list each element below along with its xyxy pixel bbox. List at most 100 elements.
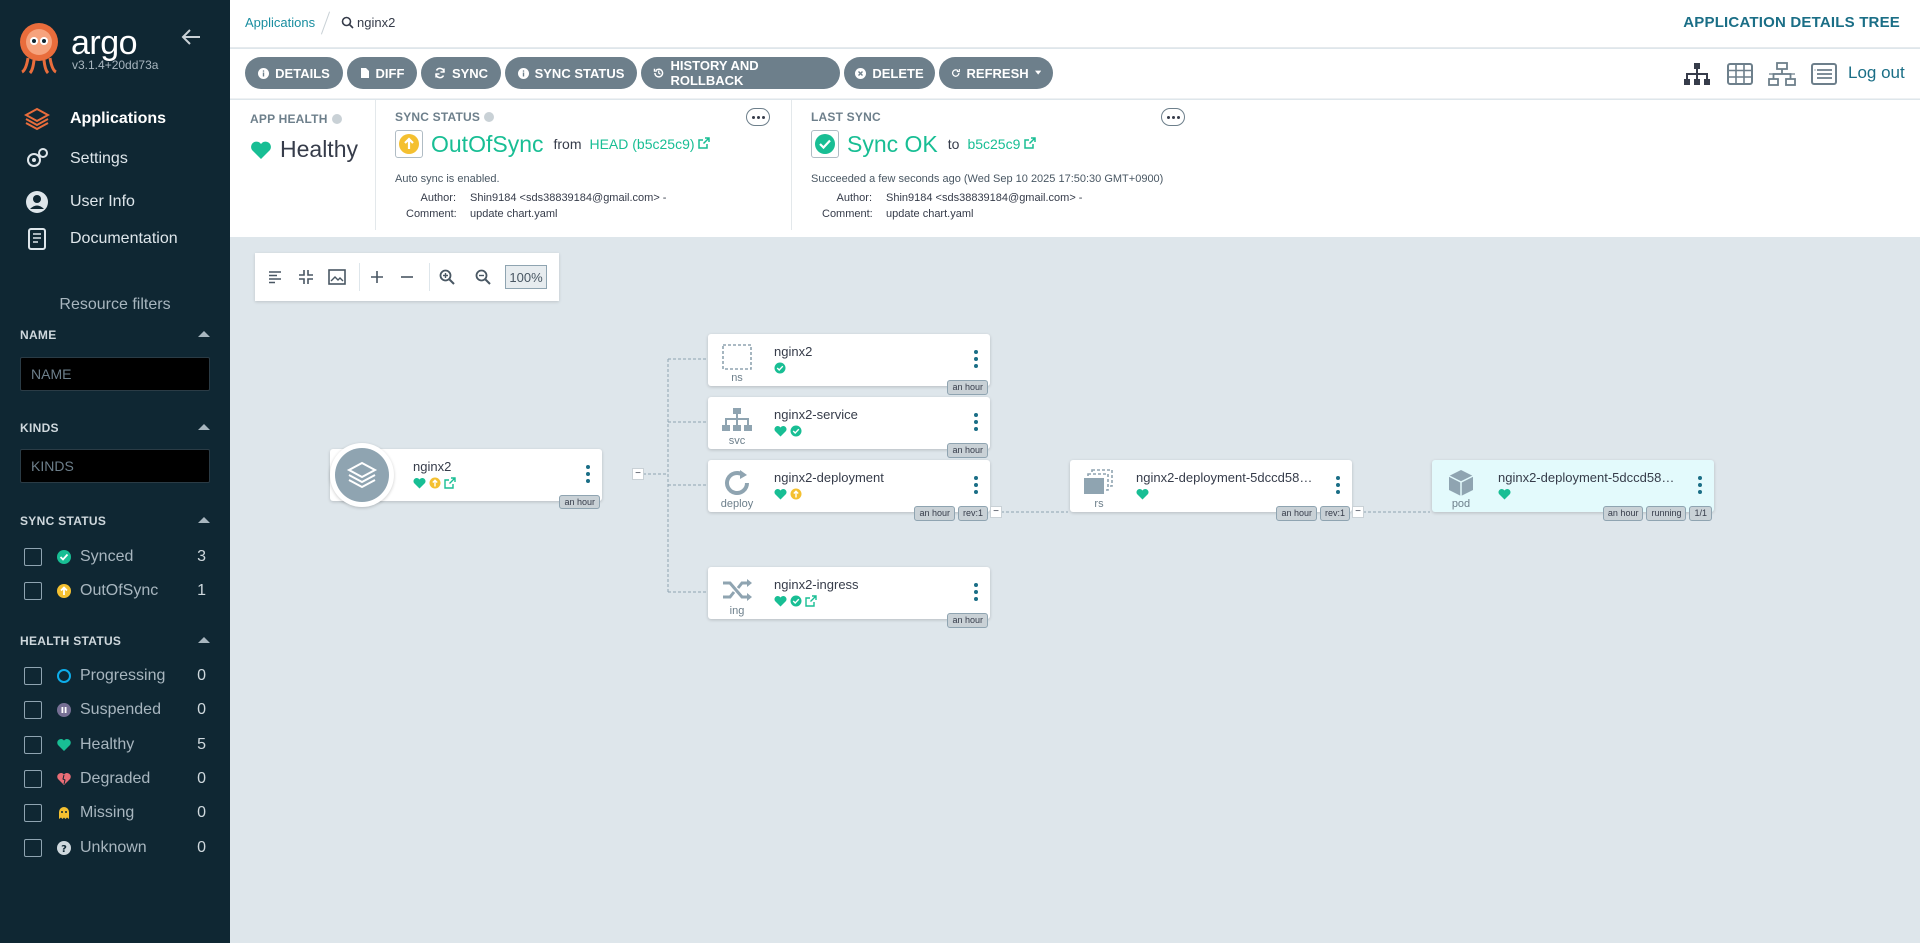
resource-node-rs[interactable]: rs nginx2-deployment-5dccd589... an hour… [1070,460,1352,521]
filter-synced[interactable]: Synced 3 [24,545,206,569]
external-link-icon [1024,137,1037,149]
last-sync-more-button[interactable] [1161,108,1185,126]
filter-unknown[interactable]: ? Unknown 0 [24,836,206,860]
heart-icon [413,477,426,489]
from-text: from [553,136,582,152]
external-link-icon[interactable] [444,477,456,489]
filter-count: 0 [197,701,206,718]
checkbox[interactable] [24,736,42,754]
help-icon[interactable] [484,112,495,122]
filter-progressing[interactable]: Progressing 0 [24,664,206,688]
collapse-caret-icon[interactable] [198,637,210,643]
node-name: nginx2-deployment [774,470,884,485]
checkbox[interactable] [24,701,42,719]
synced-check-icon [56,549,72,565]
filter-degraded[interactable]: Degraded 0 [24,767,206,791]
age-tag: an hour [559,495,600,509]
button-label: DELETE [872,65,924,81]
progressing-icon [56,668,72,684]
comment-value: update chart.yaml [470,208,558,220]
filter-suspended[interactable]: Suspended 0 [24,698,206,722]
page-title: APPLICATION DETAILS TREE [1683,14,1900,31]
info-icon [517,67,529,79]
search-icon [341,16,354,29]
filter-missing[interactable]: Missing 0 [24,801,206,825]
button-label: REFRESH [966,65,1029,81]
collapse-caret-icon[interactable] [198,424,210,430]
filter-outofsync[interactable]: OutOfSync 1 [24,579,206,603]
comment-value: update chart.yaml [886,208,974,220]
layers-icon [24,106,50,132]
checkbox[interactable] [24,548,42,566]
nav-documentation[interactable]: Documentation [24,224,178,254]
node-menu-icon[interactable] [586,465,590,483]
checkbox[interactable] [24,667,42,685]
collapse-toggle[interactable]: − [632,468,644,480]
filter-count: 0 [197,804,206,821]
resource-node-ing[interactable]: ing nginx2-ingress an hour [708,567,990,628]
collapse-toggle[interactable]: − [990,506,1002,518]
details-button[interactable]: DETAILS [245,57,343,89]
resource-node-deploy[interactable]: deploy nginx2-deployment an hour rev:1 [708,460,990,521]
filter-label: Synced [80,548,134,565]
node-menu-icon[interactable] [1698,476,1702,494]
collapse-toggle[interactable]: − [1352,506,1364,518]
node-menu-icon[interactable] [974,476,978,494]
grid-view-icon[interactable] [1726,62,1754,86]
layers-icon [346,461,378,489]
filter-healthy[interactable]: Healthy 5 [24,733,206,757]
node-kind: ns [731,372,743,384]
breadcrumb-applications[interactable]: Applications [245,15,315,30]
node-menu-icon[interactable] [1336,476,1340,494]
health-text: Healthy [280,136,358,162]
sync-status-more-button[interactable] [746,108,770,126]
node-kind: rs [1094,498,1104,510]
refresh-button[interactable]: REFRESH [939,57,1053,89]
diff-button[interactable]: DIFF [347,57,417,89]
history-rollback-button[interactable]: HISTORY AND ROLLBACK [641,57,840,89]
sync-status-button[interactable]: SYNC STATUS [505,57,637,89]
collapse-caret-icon[interactable] [198,517,210,523]
node-menu-icon[interactable] [974,350,978,368]
external-link-icon[interactable] [805,595,817,607]
network-view-icon[interactable] [1768,62,1796,86]
collapse-sidebar-icon[interactable] [180,26,202,48]
app-icon-circle [330,443,394,507]
resource-node-pod[interactable]: pod nginx2-deployment-5dccd589... an hou… [1432,460,1714,521]
app-health-value: Healthy [250,136,358,163]
node-menu-icon[interactable] [974,583,978,601]
kinds-filter-input[interactable] [20,449,210,483]
nav-applications[interactable]: Applications [24,104,166,134]
sync-button[interactable]: SYNC [421,57,501,89]
nav-settings[interactable]: Settings [24,144,128,174]
resource-node-svc[interactable]: svc nginx2-service an hour [708,397,990,458]
node-kind: ing [729,605,745,617]
sync-status-text: OutOfSync [431,130,544,157]
name-filter-input[interactable] [20,357,210,391]
checkbox[interactable] [24,839,42,857]
delete-button[interactable]: DELETE [844,57,935,89]
top-bar: Applications nginx2 APPLICATION DETAILS … [230,0,1920,48]
collapse-caret-icon[interactable] [198,331,210,337]
filter-label: Suspended [80,701,161,718]
resource-node-ns[interactable]: ns nginx2 an hour [708,334,990,395]
age-tag: an hour [947,613,988,628]
sync-revision-link[interactable]: b5c25c9 [967,136,1037,152]
checkbox[interactable] [24,770,42,788]
nav-label: Applications [70,110,167,127]
checkbox[interactable] [24,804,42,822]
sync-icon [435,67,445,79]
head-revision-link[interactable]: HEAD (b5c25c9) [589,136,711,152]
file-icon [360,68,369,78]
breadcrumb-search[interactable]: nginx2 [341,15,395,30]
heart-icon [774,488,787,500]
help-icon[interactable] [331,114,342,124]
node-kind: deploy [720,498,754,510]
node-menu-icon[interactable] [974,413,978,431]
list-view-icon[interactable] [1810,62,1838,86]
tree-view-icon[interactable] [1683,62,1711,86]
nav-user-info[interactable]: User Info [24,187,135,217]
logout-link[interactable]: Log out [1848,63,1905,83]
checkbox[interactable] [24,582,42,600]
resource-tree-canvas[interactable]: 100% nginx2 an hour − ns nginx2 an hour … [230,237,1920,943]
